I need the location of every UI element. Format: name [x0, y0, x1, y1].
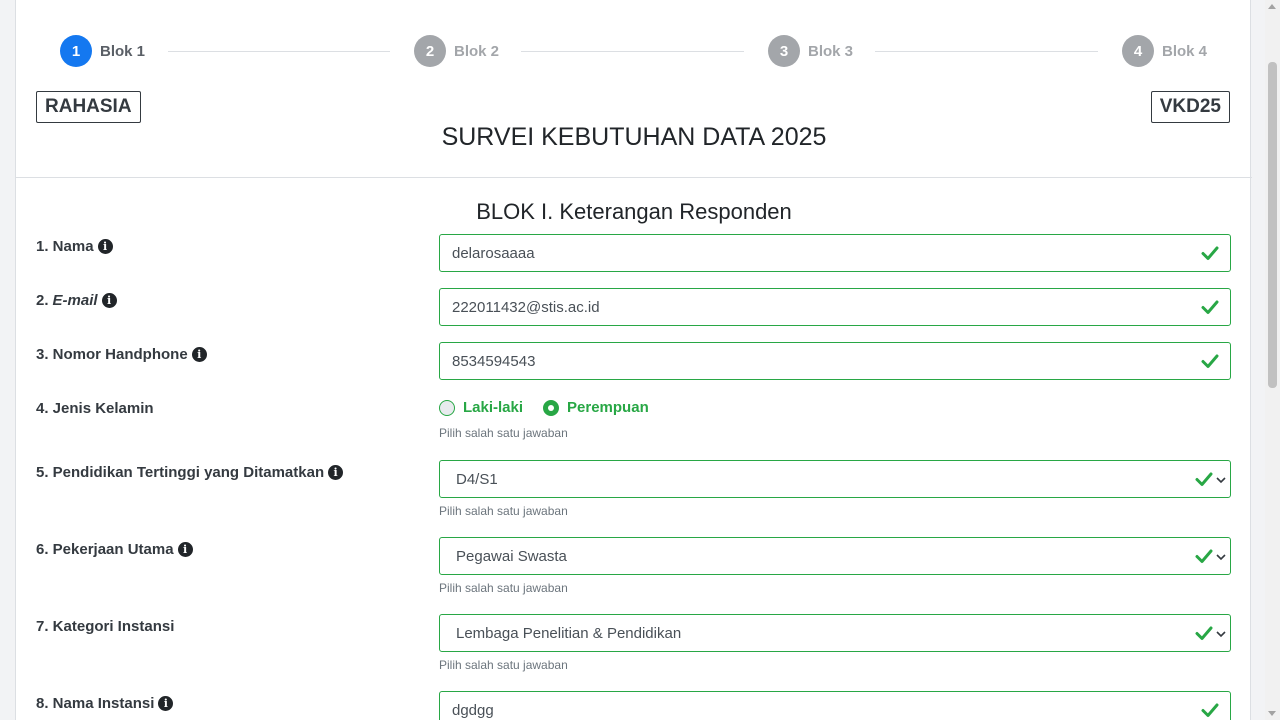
pekerjaan-value: Pegawai Swasta — [456, 547, 567, 565]
step-2[interactable]: 2 Blok 2 — [414, 35, 499, 67]
survey-card: 1 Blok 1 2 Blok 2 3 Blok 3 4 Blok 4 RAHA… — [15, 0, 1252, 720]
pendidikan-value: D4/S1 — [456, 470, 498, 488]
check-icon — [1201, 354, 1219, 368]
question-1-text: 1. Nama — [36, 238, 94, 255]
step-connector — [875, 51, 1098, 52]
step-2-number: 2 — [414, 35, 446, 67]
pekerjaan-select[interactable]: Pegawai Swasta — [439, 537, 1231, 575]
header-divider — [16, 177, 1252, 178]
info-icon[interactable]: i — [191, 347, 207, 362]
step-4[interactable]: 4 Blok 4 — [1122, 35, 1207, 67]
email-input[interactable]: 222011432@stis.ac.id — [439, 288, 1231, 326]
question-4-text: 4. Jenis Kelamin — [36, 400, 154, 417]
page-title: SURVEI KEBUTUHAN DATA 2025 — [441, 123, 827, 151]
phone-input[interactable]: 8534594543 — [439, 342, 1231, 380]
step-3[interactable]: 3 Blok 3 — [768, 35, 853, 67]
info-icon[interactable]: i — [97, 239, 113, 254]
question-1-label: 1. Nama i — [36, 238, 113, 255]
scroll-down-icon[interactable] — [1268, 711, 1276, 716]
radio-laki-laki-label[interactable]: Laki-laki — [463, 399, 523, 416]
info-icon[interactable]: i — [177, 542, 193, 557]
chevron-down-icon — [1216, 477, 1226, 484]
nama-value: delarosaaaa — [452, 244, 535, 262]
question-4-label: 4. Jenis Kelamin — [36, 400, 154, 417]
question-6-hint: Pilih salah satu jawaban — [439, 581, 568, 595]
step-1-label: Blok 1 — [100, 42, 146, 60]
check-icon — [1195, 549, 1213, 563]
info-icon[interactable]: i — [328, 465, 344, 480]
step-4-number: 4 — [1122, 35, 1154, 67]
question-8-text: 8. Nama Instansi — [36, 695, 155, 712]
kategori-instansi-value: Lembaga Penelitian & Pendidikan — [456, 624, 682, 642]
question-7-hint: Pilih salah satu jawaban — [439, 658, 568, 672]
info-icon[interactable]: i — [101, 293, 117, 308]
radio-perempuan-label[interactable]: Perempuan — [567, 399, 649, 416]
radio-laki-laki[interactable] — [439, 399, 455, 416]
page-scrollbar[interactable] — [1265, 0, 1280, 720]
nama-instansi-value: dgdgg — [452, 701, 494, 719]
nama-instansi-input[interactable]: dgdgg — [439, 691, 1231, 720]
question-6-label: 6. Pekerjaan Utama i — [36, 541, 193, 558]
step-2-label: Blok 2 — [454, 42, 500, 60]
radio-perempuan[interactable] — [543, 399, 560, 416]
step-connector — [521, 51, 744, 52]
step-3-number: 3 — [768, 35, 800, 67]
question-2-label: 2. E-mail i — [36, 292, 117, 309]
pendidikan-select[interactable]: D4/S1 — [439, 460, 1231, 498]
stepper: 1 Blok 1 2 Blok 2 3 Blok 3 4 Blok 4 — [16, 0, 1252, 90]
check-icon — [1201, 246, 1219, 260]
check-icon — [1195, 626, 1213, 640]
step-1-number: 1 — [60, 35, 92, 67]
info-icon[interactable]: i — [158, 696, 174, 711]
question-4-hint: Pilih salah satu jawaban — [439, 426, 568, 440]
question-8-label: 8. Nama Instansi i — [36, 695, 174, 712]
check-icon — [1201, 300, 1219, 314]
question-7-text: 7. Kategori Instansi — [36, 618, 175, 635]
survey-code-tag: VKD25 — [1150, 91, 1230, 123]
block-title: BLOK I. Keterangan Responden — [476, 199, 792, 224]
question-3-label: 3. Nomor Handphone i — [36, 346, 207, 363]
check-icon — [1201, 703, 1219, 717]
chevron-down-icon — [1216, 554, 1226, 561]
gender-radio-group: Laki-laki Perempuan — [439, 399, 669, 416]
question-5-hint: Pilih salah satu jawaban — [439, 504, 568, 518]
phone-value: 8534594543 — [452, 352, 536, 370]
email-value: 222011432@stis.ac.id — [452, 298, 600, 316]
question-2-prefix: 2. — [36, 292, 49, 309]
nama-input[interactable]: delarosaaaa — [439, 234, 1231, 272]
scroll-up-icon[interactable] — [1268, 4, 1276, 9]
question-7-label: 7. Kategori Instansi — [36, 618, 174, 635]
scrollbar-thumb[interactable] — [1268, 62, 1277, 388]
rahasia-tag: RAHASIA — [36, 91, 141, 123]
step-4-label: Blok 4 — [1162, 42, 1208, 60]
step-connector — [168, 51, 390, 52]
question-3-text: 3. Nomor Handphone — [36, 346, 188, 363]
question-5-text: 5. Pendidikan Tertinggi yang Ditamatkan — [36, 464, 325, 481]
step-3-label: Blok 3 — [808, 42, 854, 60]
kategori-instansi-select[interactable]: Lembaga Penelitian & Pendidikan — [439, 614, 1231, 652]
question-5-label: 5. Pendidikan Tertinggi yang Ditamatkan … — [36, 464, 344, 481]
check-icon — [1195, 472, 1213, 486]
question-6-text: 6. Pekerjaan Utama — [36, 541, 174, 558]
chevron-down-icon — [1216, 631, 1226, 638]
step-1[interactable]: 1 Blok 1 — [60, 35, 145, 67]
question-2-text: E-mail — [52, 292, 98, 309]
